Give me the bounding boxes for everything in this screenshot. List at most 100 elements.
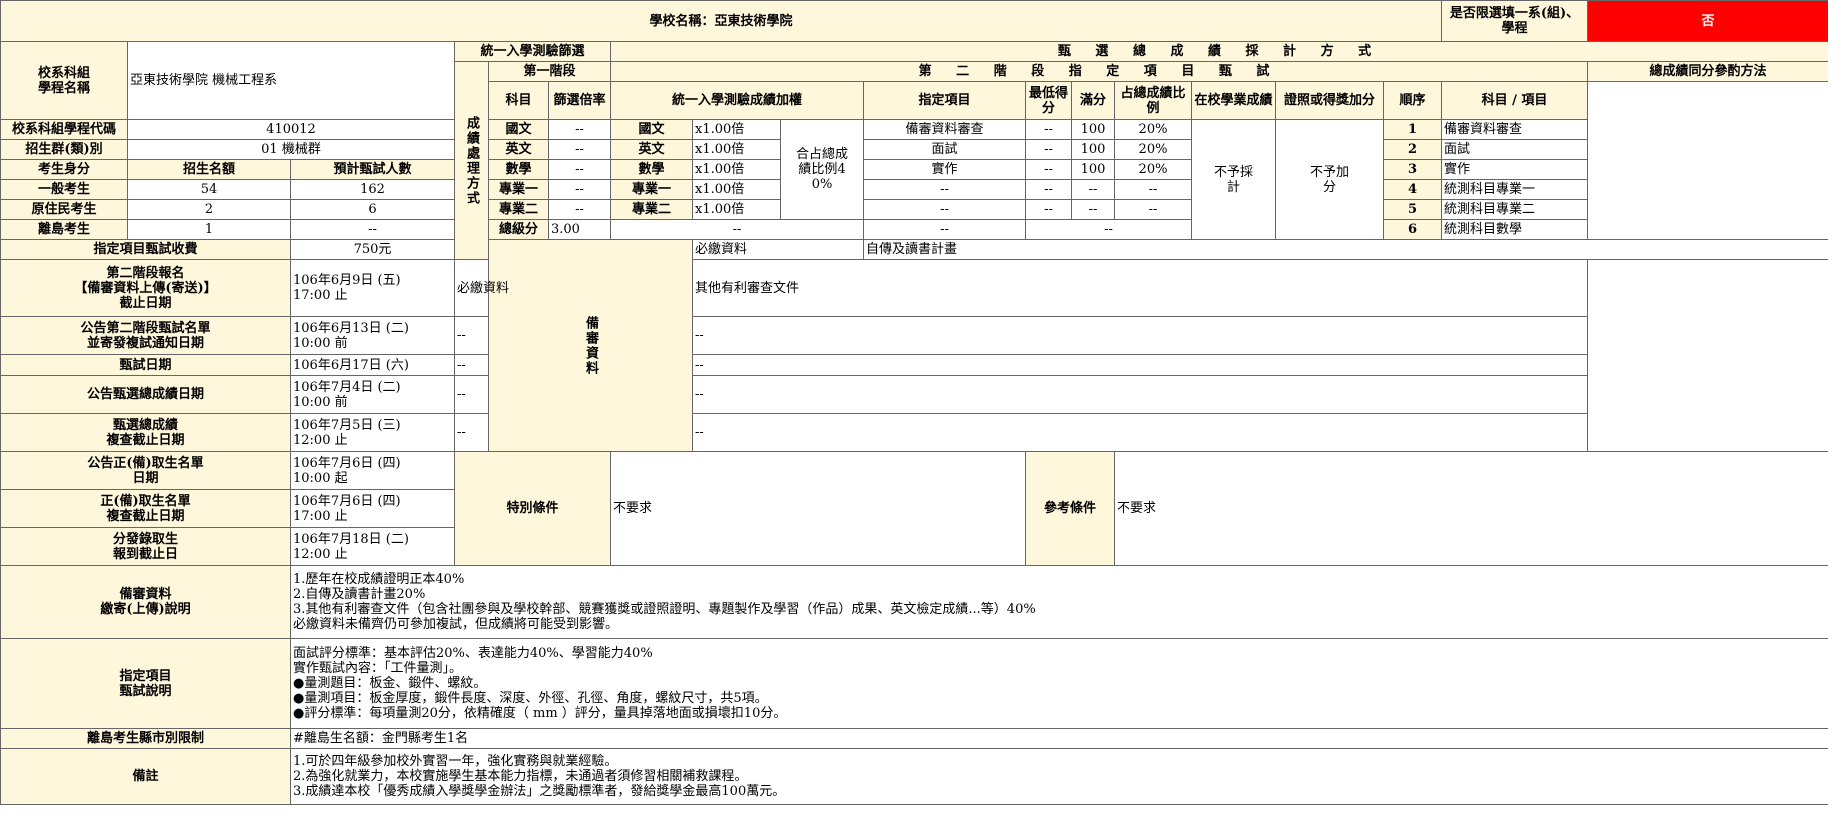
schedule-value: 106年6月9日 (五) 17:00 止 <box>290 259 455 317</box>
stage2-header: 第 二 階 段 指 定 項 目 甄 試 <box>609 61 1589 82</box>
ratio-cell: -- <box>1114 179 1192 200</box>
limit-answer-badge: 否 <box>1587 0 1830 42</box>
cert-bonus-text: 不予加分 <box>1309 164 1349 195</box>
special-condition-value: 不要求 <box>610 451 1026 566</box>
schedule-label: 正(備)取生名單 複查截止日期 <box>0 489 291 528</box>
schedule-label: 甄選總成績 複查截止日期 <box>0 413 291 452</box>
min-cell: -- <box>1025 139 1072 160</box>
review-content-cell: 其他有利審查文件 <box>691 259 1589 317</box>
quota-count: 1 <box>127 219 291 240</box>
exam-notes-text: 面試評分標準：基本評估20%、表達能力40%、學習能力40% 實作甄試內容：「工… <box>289 638 1830 729</box>
reference-condition-value: 不要求 <box>1113 451 1830 566</box>
full-cell: -- <box>1071 179 1115 200</box>
multiplier-cell: -- <box>548 139 611 160</box>
col-full: 滿分 <box>1071 81 1115 120</box>
schedule-label: 公告第二階段甄試名單 並寄發複試通知日期 <box>0 316 291 355</box>
col-multiplier: 篩選倍率 <box>548 81 611 120</box>
reference-condition-label: 參考條件 <box>1025 451 1115 566</box>
table-row: 指定項目甄試收費 750元 備審資料 必繳資料 自傳及讀書計畫 <box>0 239 1830 452</box>
weight-value-cell: x1.00倍 <box>692 179 781 200</box>
review-type-cell: -- <box>454 413 549 452</box>
school-score-value: 不予採計 <box>1191 119 1276 240</box>
order-cell: 5 <box>1382 199 1443 220</box>
schedule-value: 106年6月17日 (六) <box>290 354 455 376</box>
subject-cell: 英文 <box>488 139 549 160</box>
order-cell: 6 <box>1382 219 1443 240</box>
table-row: 公告甄選總成績日期 106年7月4日 (二) 10:00 前 -- -- <box>0 375 1829 414</box>
quota-expected: 6 <box>290 199 455 220</box>
weight-subject-cell: 專業一 <box>610 179 693 200</box>
table-row: 校系科組學程代碼 410012 國文 -- 國文 x1.00倍 合占總成績比例4… <box>0 119 1829 240</box>
table-row: 甄試日期 106年6月17日 (六) -- -- <box>0 354 1829 376</box>
schedule-value: 106年7月4日 (二) 10:00 前 <box>290 375 455 414</box>
review-notes-text: 1.歷年在校成績證明正本40% 2.自傳及讀書計畫20% 3.其他有利審查文件（… <box>289 565 1830 639</box>
subject-cell: 專業二 <box>488 199 549 220</box>
quota-col-expected: 預計甄試人數 <box>290 159 455 180</box>
table-row: 離島考生 1 -- 總級分 3.00 -- -- -- 6 統測科目數學 <box>0 219 1829 240</box>
item-cell: -- <box>863 179 1026 200</box>
admission-table: 學校名稱：亞東技術學院 是否限選填一系(組)、學程 否 校系科組 學程名稱 亞東… <box>0 0 1830 805</box>
quota-count: 54 <box>127 179 291 200</box>
multiplier-cell: -- <box>548 159 611 180</box>
order-cell: 4 <box>1382 179 1443 200</box>
tie-item-cell: 備審資料審查 <box>1441 119 1589 140</box>
table-row: 指定項目 甄試說明 面試評分標準：基本評估20%、表達能力40%、學習能力40%… <box>0 638 1830 729</box>
multiplier-cell: -- <box>548 119 611 140</box>
schedule-label: 公告甄選總成績日期 <box>0 375 291 414</box>
stage1-header: 第一階段 <box>488 61 611 82</box>
table-row: 離島考生縣市別限制 #離島生名額：金門縣考生1名 <box>0 728 1830 749</box>
total-label: 總級分 <box>488 219 549 240</box>
quota-col-quota: 招生名額 <box>127 159 291 180</box>
min-cell: -- <box>1025 179 1072 200</box>
score-method-text: 成績處理方式 <box>464 115 479 206</box>
island-limit-text: #離島生名額：金門縣考生1名 <box>289 728 1830 749</box>
weight-value-cell: x1.00倍 <box>692 159 781 180</box>
remark-label: 備註 <box>0 748 291 805</box>
col-cert-bonus: 證照或得獎加分 <box>1275 81 1384 120</box>
selection-method-header: 甄 選 總 成 績 採 計 方 式 <box>609 41 1830 62</box>
exam-notes-label: 指定項目 甄試說明 <box>0 638 291 729</box>
subject-cell: 國文 <box>488 119 549 140</box>
full-cell: 100 <box>1071 159 1115 180</box>
schedule-label: 甄試日期 <box>0 354 291 376</box>
full-cell: -- <box>1071 199 1115 220</box>
table-row: 原住民考生 2 6 專業二 -- 專業二 x1.00倍 -- -- -- -- … <box>0 199 1829 220</box>
total-blank: -- <box>610 219 864 240</box>
total-rest-cell: -- <box>1025 219 1192 240</box>
multiplier-cell: -- <box>548 199 611 220</box>
dept-code-value: 410012 <box>127 119 455 140</box>
quota-expected: 162 <box>290 179 455 200</box>
dept-name-label: 校系科組 學程名稱 <box>0 41 128 120</box>
unified-screening-header: 統一入學測驗篩選 <box>454 41 611 62</box>
min-cell: -- <box>1025 119 1072 140</box>
tie-item-cell: 面試 <box>1441 139 1589 160</box>
group-value: 01 機械群 <box>127 139 455 160</box>
quota-count: 2 <box>127 199 291 220</box>
schedule-value: 106年7月6日 (四) 17:00 止 <box>290 489 455 528</box>
col-weighting: 統一入學測驗成績加權 <box>610 81 864 120</box>
table-row: 備審資料 繳寄(上傳)說明 1.歷年在校成績證明正本40% 2.自傳及讀書計畫2… <box>0 565 1830 639</box>
table-row: 公告正(備)取生名單 日期 106年7月6日 (四) 10:00 起 特別條件 … <box>0 451 1830 566</box>
weight-value-cell: x1.00倍 <box>692 199 781 220</box>
table-row: 考生身分 招生名額 預計甄試人數 數學 -- 數學 x1.00倍 實作 -- 1… <box>0 159 1829 180</box>
weight-subject-cell: 國文 <box>610 119 693 140</box>
order-cell: 1 <box>1382 119 1443 140</box>
ratio-cell: 20% <box>1114 119 1192 140</box>
table-row: 甄選總成績 複查截止日期 106年7月5日 (三) 12:00 止 -- -- <box>0 413 1829 452</box>
review-content-cell: -- <box>691 413 1589 452</box>
table-row: 招生群(類)別 01 機械群 英文 -- 英文 x1.00倍 面試 -- 100… <box>0 139 1829 160</box>
tie-item-cell: 實作 <box>1441 159 1589 180</box>
total-value: 3.00 <box>548 219 611 240</box>
review-notes-label: 備審資料 繳寄(上傳)說明 <box>0 565 291 639</box>
subject-cell: 數學 <box>488 159 549 180</box>
special-condition-label: 特別條件 <box>454 451 611 566</box>
school-name-title: 學校名稱：亞東技術學院 <box>0 0 1443 42</box>
ratio-cell: -- <box>1114 199 1192 220</box>
weight-total-ratio: 合占總成績比例40% <box>780 119 864 220</box>
review-type-cell: 必繳資料 <box>454 259 549 317</box>
right-margin <box>1828 0 1845 834</box>
tie-break-header: 總成績同分參酌方法 <box>1587 61 1830 82</box>
review-type-cell: -- <box>454 375 549 414</box>
remark-text: 1.可於四年級參加校外實習一年，強化實務與就業經驗。 2.為強化就業力，本校實施… <box>289 748 1830 805</box>
tie-item-cell: 統測科目專業一 <box>1441 179 1589 200</box>
